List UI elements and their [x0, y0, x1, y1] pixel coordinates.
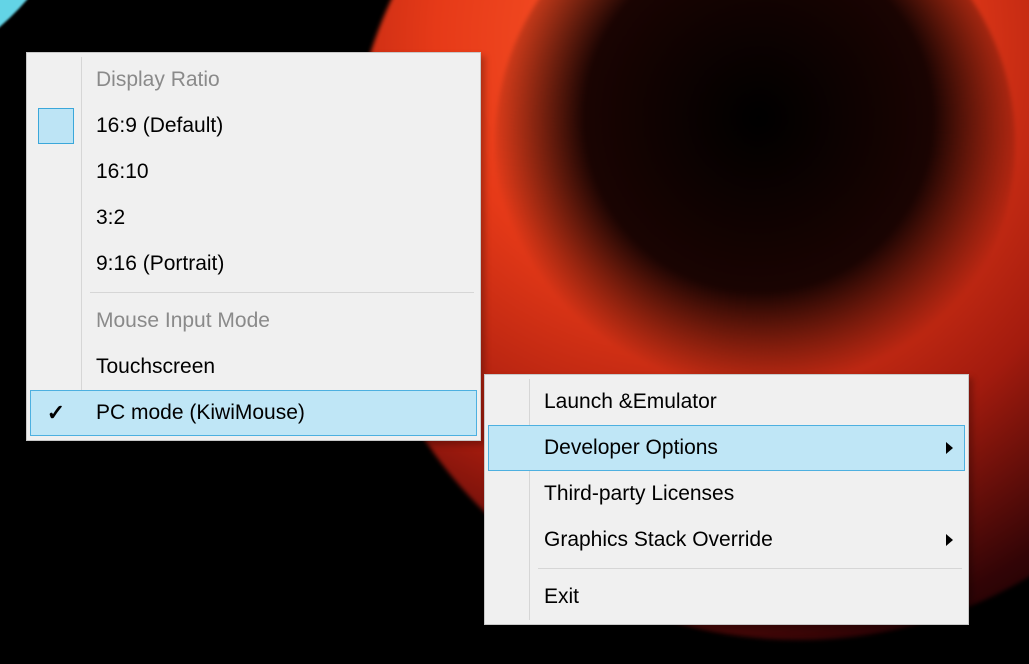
chevron-right-icon [946, 442, 953, 454]
submenu-developer-options: Display Ratio 16:9 (Default) 16:10 3:2 9… [26, 52, 481, 441]
menu-separator [538, 568, 962, 569]
menu-item-label: Third-party Licenses [544, 482, 734, 506]
menu-item-label: PC mode (KiwiMouse) [96, 401, 305, 425]
menu-item-developer-options[interactable]: Developer Options [488, 425, 965, 471]
menu-item-ratio-3-2[interactable]: 3:2 [30, 195, 477, 241]
menu-item-ratio-9-16[interactable]: 9:16 (Portrait) [30, 241, 477, 287]
menu-item-label: Developer Options [544, 436, 718, 460]
menu-item-exit[interactable]: Exit [488, 574, 965, 620]
menu-header-label: Mouse Input Mode [96, 309, 270, 333]
menu-item-third-party-licenses[interactable]: Third-party Licenses [488, 471, 965, 517]
menu-item-label: Touchscreen [96, 355, 215, 379]
menu-separator [90, 292, 474, 293]
chevron-right-icon [946, 534, 953, 546]
menu-item-label: Launch &Emulator [544, 390, 717, 414]
menu-item-graphics-stack-override[interactable]: Graphics Stack Override [488, 517, 965, 563]
menu-item-touchscreen[interactable]: Touchscreen [30, 344, 477, 390]
context-menu-main: Launch &Emulator Developer Options Third… [484, 374, 969, 625]
check-icon [38, 395, 74, 431]
menu-header-label: Display Ratio [96, 68, 220, 92]
menu-item-ratio-16-10[interactable]: 16:10 [30, 149, 477, 195]
menu-item-label: 9:16 (Portrait) [96, 252, 224, 276]
menu-item-label: 16:9 (Default) [96, 114, 223, 138]
menu-item-ratio-16-9[interactable]: 16:9 (Default) [30, 103, 477, 149]
menu-item-label: 3:2 [96, 206, 125, 230]
menu-item-label: Graphics Stack Override [544, 528, 773, 552]
check-icon [38, 108, 74, 144]
menu-item-launch-emulator[interactable]: Launch &Emulator [488, 379, 965, 425]
menu-item-pc-mode[interactable]: PC mode (KiwiMouse) [30, 390, 477, 436]
menu-item-label: Exit [544, 585, 579, 609]
menu-item-label: 16:10 [96, 160, 149, 184]
menu-header-display-ratio: Display Ratio [30, 57, 477, 103]
menu-header-mouse-input: Mouse Input Mode [30, 298, 477, 344]
